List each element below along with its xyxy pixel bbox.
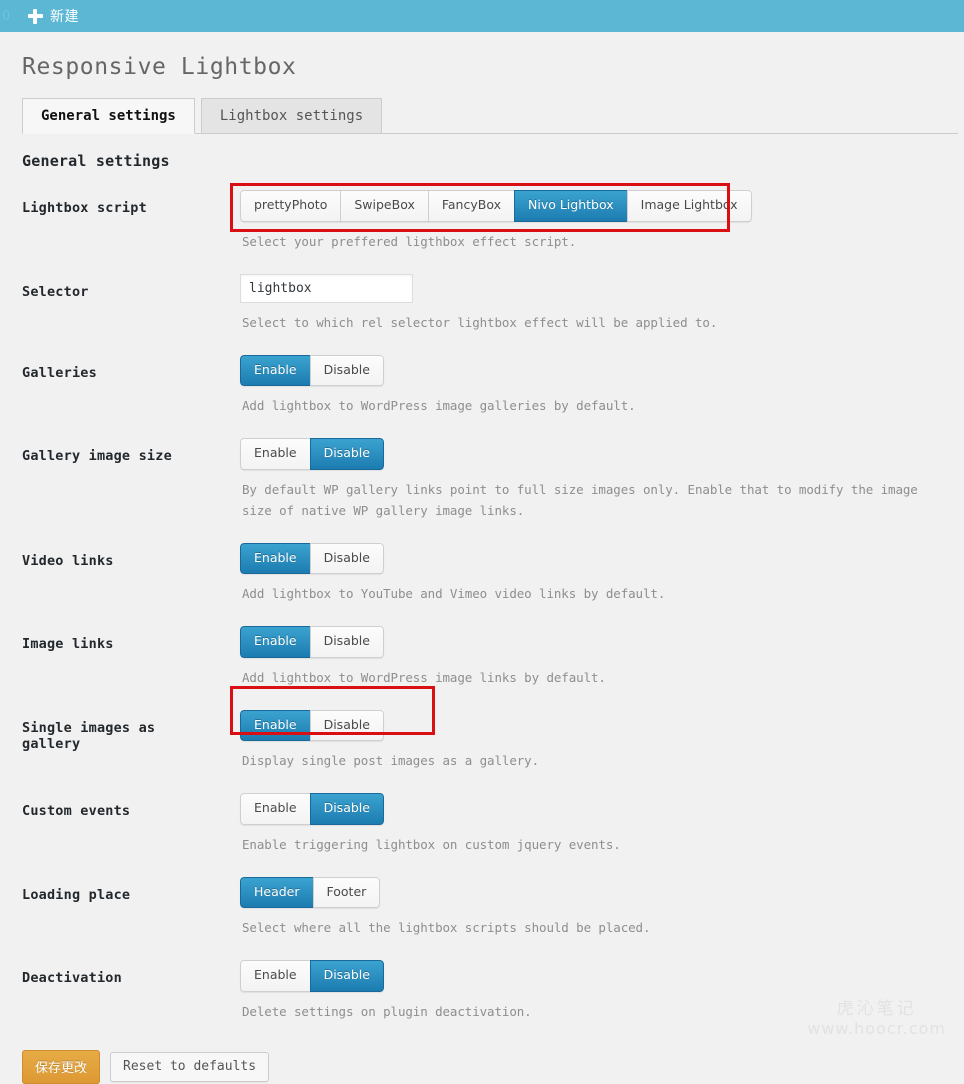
lightbox-script-option-prettyphoto[interactable]: prettyPhoto [240, 190, 341, 222]
lightbox-script-option-nivo-lightbox[interactable]: Nivo Lightbox [514, 190, 627, 222]
gallery-image-size-button-group[interactable]: Enable Disable [240, 438, 384, 470]
loading-place-button-group[interactable]: Header Footer [240, 876, 381, 908]
admin-bar-new-label: 新建 [50, 9, 79, 25]
galleries-option-enable[interactable]: Enable [240, 354, 310, 386]
gallery-image-size-option-disable[interactable]: Disable [309, 438, 384, 470]
description-video-links: Add lightbox to YouTube and Vimeo video … [242, 586, 666, 601]
single-images-as-gallery-button-group[interactable]: Enable Disable [240, 709, 384, 741]
tab-lightbox-settings[interactable]: Lightbox settings [200, 98, 383, 134]
lightbox-script-button-group[interactable]: prettyPhoto SwipeBox FancyBox Nivo Light… [240, 190, 752, 222]
field-single-images-as-gallery: Enable Disable Display single post image… [220, 698, 964, 782]
selector-input[interactable] [240, 273, 413, 303]
admin-bar-new-button[interactable]: 新建 [24, 0, 89, 32]
deactivation-option-enable[interactable]: Enable [240, 960, 310, 992]
row-selector: Selector Select to which rel selector li… [0, 262, 964, 343]
field-image-links: Enable Disable Add lightbox to WordPress… [220, 614, 964, 698]
image-links-button-group[interactable]: Enable Disable [240, 626, 384, 658]
watermark: 虎沁笔记 www.hoocr.com [807, 999, 946, 1039]
row-lightbox-script: Lightbox script prettyPhoto SwipeBox Fan… [0, 178, 964, 262]
description-loading-place: Select where all the lightbox scripts sh… [242, 920, 651, 935]
field-selector: Select to which rel selector lightbox ef… [220, 262, 964, 343]
label-lightbox-script: Lightbox script [22, 200, 147, 216]
lightbox-script-option-swipebox[interactable]: SwipeBox [340, 190, 428, 222]
row-gallery-image-size: Gallery image size Enable Disable By def… [0, 426, 964, 531]
description-selector: Select to which rel selector lightbox ef… [242, 314, 718, 330]
label-galleries: Galleries [22, 364, 97, 381]
field-gallery-image-size: Enable Disable By default WP gallery lin… [220, 426, 964, 531]
watermark-brand: 虎沁笔记 [836, 999, 917, 1019]
label-gallery-image-size: Gallery image size [22, 448, 172, 464]
row-custom-events: Custom events Enable Disable Enable trig… [0, 781, 964, 865]
save-changes-button[interactable]: 保存更改 [22, 1049, 101, 1084]
gallery-image-size-option-enable[interactable]: Enable [240, 438, 310, 470]
loading-place-option-header[interactable]: Header [240, 876, 313, 908]
deactivation-button-group[interactable]: Enable Disable [240, 960, 384, 992]
label-selector: Selector [22, 283, 89, 300]
plus-icon [28, 8, 43, 24]
image-links-option-disable[interactable]: Disable [309, 626, 384, 658]
row-video-links: Video links Enable Disable Add lightbox … [0, 531, 964, 615]
deactivation-option-disable[interactable]: Disable [309, 960, 384, 992]
reset-to-defaults-button[interactable]: Reset to defaults [110, 1051, 270, 1082]
row-galleries: Galleries Enable Disable Add lightbox to… [0, 343, 964, 427]
field-video-links: Enable Disable Add lightbox to YouTube a… [220, 531, 964, 615]
label-deactivation: Deactivation [22, 970, 122, 986]
row-loading-place: Loading place Header Footer Select where… [0, 865, 964, 949]
tab-general-settings[interactable]: General settings [22, 98, 195, 134]
single-images-as-gallery-option-disable[interactable]: Disable [309, 709, 384, 741]
row-single-images-as-gallery: Single images as gallery Enable Disable … [0, 698, 964, 782]
admin-bar-left-stub: 0 [2, 8, 11, 24]
label-video-links: Video links [22, 552, 114, 569]
image-links-option-enable[interactable]: Enable [240, 626, 310, 658]
label-image-links: Image links [22, 636, 114, 652]
description-lightbox-script: Select your preffered ligthbox effect sc… [242, 233, 577, 249]
row-image-links: Image links Enable Disable Add lightbox … [0, 614, 964, 698]
admin-bar: 0 新建 [0, 0, 964, 32]
label-loading-place: Loading place [22, 886, 131, 903]
description-custom-events: Enable triggering lightbox on custom jqu… [242, 836, 621, 852]
tab-bar: General settings Lightbox settings [22, 98, 958, 134]
loading-place-option-footer[interactable]: Footer [312, 876, 381, 908]
single-images-as-gallery-option-enable[interactable]: Enable [240, 709, 310, 741]
watermark-url: www.hoocr.com [807, 1019, 946, 1038]
general-settings-form: Lightbox script prettyPhoto SwipeBox Fan… [0, 178, 964, 1032]
custom-events-option-disable[interactable]: Disable [309, 793, 384, 825]
video-links-option-disable[interactable]: Disable [309, 542, 384, 574]
lightbox-script-option-image-lightbox[interactable]: Image Lightbox [626, 190, 752, 222]
video-links-option-enable[interactable]: Enable [240, 542, 310, 574]
video-links-button-group[interactable]: Enable Disable [240, 542, 384, 574]
galleries-option-disable[interactable]: Disable [309, 354, 384, 386]
label-single-images-as-gallery: Single images as gallery [22, 719, 156, 752]
section-heading: General settings [22, 152, 170, 170]
field-lightbox-script: prettyPhoto SwipeBox FancyBox Nivo Light… [220, 178, 964, 262]
field-custom-events: Enable Disable Enable triggering lightbo… [220, 781, 964, 865]
custom-events-button-group[interactable]: Enable Disable [240, 793, 384, 825]
label-custom-events: Custom events [22, 803, 131, 819]
galleries-button-group[interactable]: Enable Disable [240, 354, 384, 386]
settings-page: Responsive Lightbox General settings Ligh… [0, 32, 964, 1084]
field-galleries: Enable Disable Add lightbox to WordPress… [220, 343, 964, 427]
field-loading-place: Header Footer Select where all the light… [220, 865, 964, 949]
lightbox-script-option-fancybox[interactable]: FancyBox [427, 190, 514, 222]
page-title: Responsive Lightbox [22, 54, 297, 80]
custom-events-option-enable[interactable]: Enable [240, 793, 310, 825]
description-single-images-as-gallery: Display single post images as a gallery. [242, 753, 540, 768]
description-image-links: Add lightbox to WordPress image links by… [242, 669, 606, 685]
description-gallery-image-size: By default WP gallery links point to ful… [242, 481, 918, 518]
submit-row: 保存更改 Reset to defaults [0, 1032, 964, 1084]
description-galleries: Add lightbox to WordPress image gallerie… [242, 398, 636, 413]
